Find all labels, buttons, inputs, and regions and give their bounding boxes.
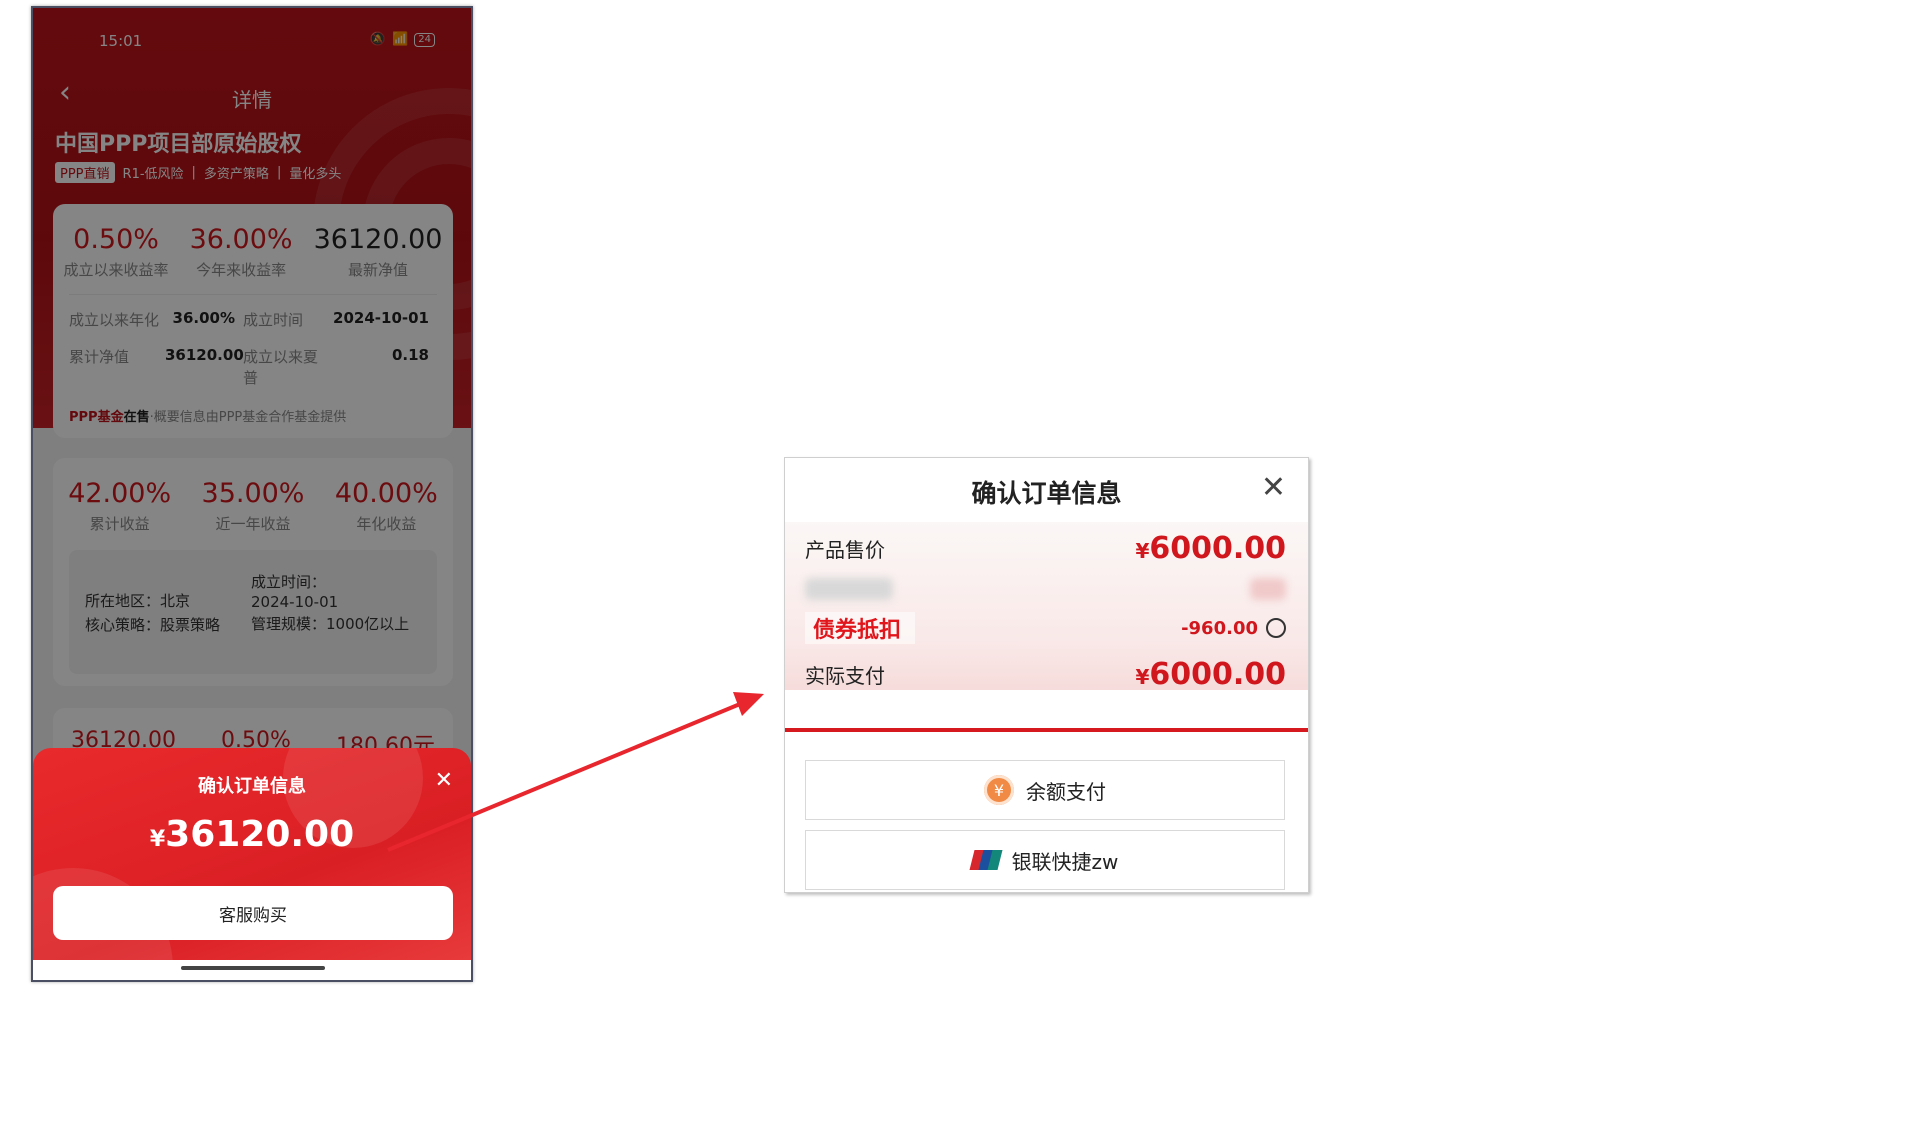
discount-value: -960.00 <box>1181 617 1258 639</box>
service-buy-button[interactable]: 客服购买 <box>53 886 453 940</box>
actual-row: 实际支付 ¥6000.00 <box>805 652 1286 696</box>
redacted-row <box>805 574 1286 604</box>
order-confirm-zoom: 确认订单信息 ✕ 产品售价 ¥6000.00 债券抵扣 -960.00 实际支付… <box>784 457 1309 893</box>
redacted-value <box>1250 578 1286 600</box>
order-sheet: 确认订单信息 ✕ ¥36120.00 客服购买 <box>33 748 471 964</box>
sheet-title: 确认订单信息 <box>198 776 306 797</box>
actual-label: 实际支付 <box>805 663 885 688</box>
order-summary: 产品售价 ¥6000.00 债券抵扣 -960.00 实际支付 ¥6000.00 <box>785 522 1308 692</box>
price-value: ¥6000.00 <box>1135 530 1286 566</box>
actual-value: ¥6000.00 <box>1135 656 1286 692</box>
price-row: 产品售价 ¥6000.00 <box>805 526 1286 570</box>
close-icon[interactable]: ✕ <box>435 768 453 793</box>
zoom-title: 确认订单信息 <box>971 479 1122 508</box>
redacted-label <box>805 578 893 600</box>
phone-screenshot: 15:01 🔕 📶 24 ‹ 详情 中国PPP项目部原始股权 PPP直销 R1-… <box>31 6 473 982</box>
unionpay-button[interactable]: 银联快捷zw <box>805 830 1285 890</box>
coupon-label: 债券抵扣 <box>805 612 916 644</box>
close-icon[interactable]: ✕ <box>1261 470 1286 505</box>
unionpay-icon <box>969 850 1003 870</box>
wallet-yen-icon: ¥ <box>984 775 1014 805</box>
unionpay-label: 银联快捷zw <box>1011 849 1119 874</box>
balance-pay-button[interactable]: ¥ 余额支付 <box>805 760 1285 820</box>
balance-pay-label: 余额支付 <box>1026 779 1106 804</box>
coupon-radio[interactable] <box>1266 618 1286 638</box>
home-indicator-bar <box>33 960 471 980</box>
coupon-row[interactable]: 债券抵扣 -960.00 <box>805 610 1286 646</box>
price-label: 产品售价 <box>805 537 885 562</box>
sheet-amount: ¥36120.00 <box>149 814 355 855</box>
section-divider <box>785 728 1308 732</box>
